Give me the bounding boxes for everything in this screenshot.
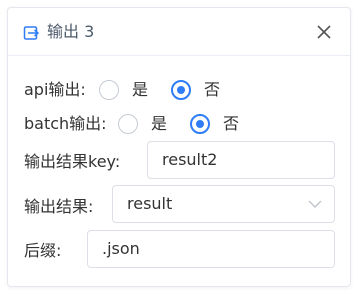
suffix-label: 后缀: (24, 241, 62, 260)
suffix-value: .json (102, 239, 140, 258)
result-label: 输出结果: (24, 197, 94, 216)
batch-output-label: batch输出: (24, 114, 107, 133)
api-output-label: api输出: (24, 80, 86, 99)
result-select[interactable]: result (112, 185, 335, 223)
api-output-yes-radio[interactable]: 是 (99, 78, 159, 102)
api-output-row: api输出: 是 否 (24, 78, 344, 102)
api-output-no-radio[interactable]: 否 (171, 78, 231, 102)
radio-unchecked-icon (99, 80, 119, 100)
api-output-no-label: 否 (204, 80, 221, 99)
batch-output-yes-radio[interactable]: 是 (118, 112, 178, 136)
panel-header: 输出 3 (8, 8, 350, 56)
batch-output-no-radio[interactable]: 否 (190, 112, 250, 136)
batch-output-no-label: 否 (223, 114, 240, 133)
result-key-input[interactable]: result2 (147, 141, 335, 179)
radio-checked-icon (190, 114, 210, 134)
radio-unchecked-icon (118, 114, 138, 134)
result-key-value: result2 (162, 150, 218, 169)
output-panel: 输出 3 api输出: 是 否 batch输出: 是 否 输出结果key: re (7, 7, 351, 287)
output-icon (23, 26, 39, 40)
panel-title: 输出 3 (47, 22, 95, 41)
api-output-yes-label: 是 (132, 80, 149, 99)
result-key-label: 输出结果key: (24, 152, 121, 171)
suffix-input[interactable]: .json (87, 230, 335, 268)
batch-output-yes-label: 是 (151, 114, 168, 133)
chevron-down-icon (308, 200, 322, 208)
result-select-value: result (127, 194, 173, 213)
close-icon[interactable] (314, 22, 334, 42)
radio-checked-icon (171, 80, 191, 100)
batch-output-row: batch输出: 是 否 (24, 112, 344, 136)
